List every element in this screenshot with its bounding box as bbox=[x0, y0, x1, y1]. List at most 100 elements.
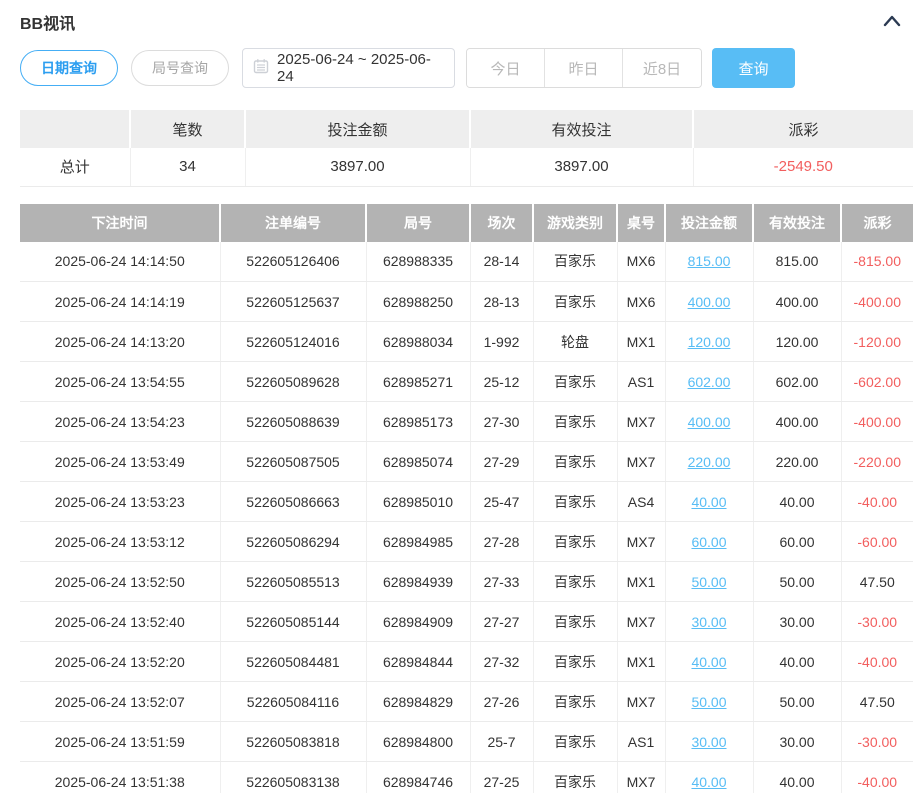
cell-payout: -60.00 bbox=[841, 522, 913, 562]
header-order-no: 注单编号 bbox=[220, 204, 366, 242]
tab-round-query[interactable]: 局号查询 bbox=[131, 50, 229, 86]
bet-amount-link[interactable]: 400.00 bbox=[688, 294, 731, 310]
tab-date-query[interactable]: 日期查询 bbox=[20, 50, 118, 86]
bet-amount-link[interactable]: 60.00 bbox=[691, 534, 726, 550]
cell-game-type: 百家乐 bbox=[533, 402, 617, 442]
bet-amount-link[interactable]: 220.00 bbox=[688, 454, 731, 470]
cell-game-type: 百家乐 bbox=[533, 682, 617, 722]
bet-amount-link[interactable]: 50.00 bbox=[691, 694, 726, 710]
summary-header-payout: 派彩 bbox=[693, 110, 913, 148]
header-bet-time: 下注时间 bbox=[20, 204, 220, 242]
yesterday-button[interactable]: 昨日 bbox=[545, 49, 623, 87]
bet-table-body: 2025-06-24 14:14:50522605126406628988335… bbox=[20, 242, 913, 793]
cell-bet-time: 2025-06-24 13:52:50 bbox=[20, 562, 220, 602]
cell-round-no: 628984844 bbox=[366, 642, 470, 682]
cell-order-no: 522605124016 bbox=[220, 322, 366, 362]
cell-bet-time: 2025-06-24 13:51:59 bbox=[20, 722, 220, 762]
cell-round-no: 628985010 bbox=[366, 482, 470, 522]
summary-header-valid-bet: 有效投注 bbox=[470, 110, 693, 148]
cell-session: 27-28 bbox=[470, 522, 533, 562]
cell-bet-amount: 50.00 bbox=[665, 562, 753, 602]
summary-header-bet-amount: 投注金额 bbox=[245, 110, 470, 148]
bet-amount-link[interactable]: 815.00 bbox=[688, 253, 731, 269]
cell-bet-time: 2025-06-24 13:53:49 bbox=[20, 442, 220, 482]
cell-round-no: 628984829 bbox=[366, 682, 470, 722]
date-range-picker[interactable]: 2025-06-24 ~ 2025-06-24 bbox=[242, 48, 455, 88]
cell-order-no: 522605088639 bbox=[220, 402, 366, 442]
cell-round-no: 628984985 bbox=[366, 522, 470, 562]
today-button[interactable]: 今日 bbox=[467, 49, 545, 87]
bet-amount-link[interactable]: 40.00 bbox=[691, 774, 726, 790]
summary-total-payout: -2549.50 bbox=[693, 148, 913, 186]
cell-payout: -30.00 bbox=[841, 602, 913, 642]
cell-table-no: MX6 bbox=[617, 282, 665, 322]
cell-order-no: 522605126406 bbox=[220, 242, 366, 282]
cell-bet-amount: 400.00 bbox=[665, 402, 753, 442]
cell-order-no: 522605083818 bbox=[220, 722, 366, 762]
bet-amount-link[interactable]: 30.00 bbox=[691, 614, 726, 630]
cell-valid-bet: 400.00 bbox=[753, 282, 841, 322]
cell-bet-time: 2025-06-24 13:53:12 bbox=[20, 522, 220, 562]
cell-game-type: 百家乐 bbox=[533, 642, 617, 682]
cell-round-no: 628988034 bbox=[366, 322, 470, 362]
cell-order-no: 522605086663 bbox=[220, 482, 366, 522]
cell-game-type: 百家乐 bbox=[533, 482, 617, 522]
table-row: 2025-06-24 13:52:40522605085144628984909… bbox=[20, 602, 913, 642]
cell-table-no: MX1 bbox=[617, 322, 665, 362]
cell-bet-amount: 400.00 bbox=[665, 282, 753, 322]
cell-bet-time: 2025-06-24 13:54:55 bbox=[20, 362, 220, 402]
collapse-panel-button[interactable] bbox=[880, 10, 904, 34]
cell-payout: -400.00 bbox=[841, 402, 913, 442]
bet-amount-link[interactable]: 30.00 bbox=[691, 734, 726, 750]
bet-amount-link[interactable]: 602.00 bbox=[688, 374, 731, 390]
cell-round-no: 628985173 bbox=[366, 402, 470, 442]
cell-order-no: 522605086294 bbox=[220, 522, 366, 562]
cell-table-no: AS1 bbox=[617, 722, 665, 762]
cell-session: 25-7 bbox=[470, 722, 533, 762]
table-row: 2025-06-24 13:53:12522605086294628984985… bbox=[20, 522, 913, 562]
filter-bar: 日期查询 局号查询 2025-06-24 ~ 2025-06-24 今日 昨日 … bbox=[20, 48, 904, 88]
cell-order-no: 522605087505 bbox=[220, 442, 366, 482]
cell-valid-bet: 50.00 bbox=[753, 562, 841, 602]
summary-total-row: 总计 34 3897.00 3897.00 -2549.50 bbox=[20, 148, 913, 186]
cell-bet-time: 2025-06-24 14:13:20 bbox=[20, 322, 220, 362]
bet-amount-link[interactable]: 120.00 bbox=[688, 334, 731, 350]
bet-amount-link[interactable]: 50.00 bbox=[691, 574, 726, 590]
table-row: 2025-06-24 13:53:49522605087505628985074… bbox=[20, 442, 913, 482]
cell-session: 27-29 bbox=[470, 442, 533, 482]
cell-order-no: 522605084116 bbox=[220, 682, 366, 722]
header-table-no: 桌号 bbox=[617, 204, 665, 242]
cell-order-no: 522605084481 bbox=[220, 642, 366, 682]
table-row: 2025-06-24 13:52:07522605084116628984829… bbox=[20, 682, 913, 722]
cell-bet-amount: 40.00 bbox=[665, 762, 753, 793]
bb-video-panel: BB视讯 日期查询 局号查询 2025-06-24 ~ 2025-06-24 今… bbox=[0, 0, 924, 793]
table-row: 2025-06-24 13:52:50522605085513628984939… bbox=[20, 562, 913, 602]
cell-session: 28-14 bbox=[470, 242, 533, 282]
search-button[interactable]: 查询 bbox=[712, 48, 795, 88]
cell-valid-bet: 30.00 bbox=[753, 602, 841, 642]
cell-order-no: 522605085144 bbox=[220, 602, 366, 642]
bet-amount-link[interactable]: 40.00 bbox=[691, 654, 726, 670]
cell-payout: 47.50 bbox=[841, 682, 913, 722]
cell-bet-time: 2025-06-24 13:54:23 bbox=[20, 402, 220, 442]
summary-total-label: 总计 bbox=[20, 148, 130, 186]
header-valid-bet: 有效投注 bbox=[753, 204, 841, 242]
cell-table-no: MX1 bbox=[617, 562, 665, 602]
cell-table-no: AS1 bbox=[617, 362, 665, 402]
header-round-no: 局号 bbox=[366, 204, 470, 242]
cell-game-type: 百家乐 bbox=[533, 362, 617, 402]
cell-bet-amount: 815.00 bbox=[665, 242, 753, 282]
cell-valid-bet: 400.00 bbox=[753, 402, 841, 442]
cell-session: 25-47 bbox=[470, 482, 533, 522]
bet-amount-link[interactable]: 40.00 bbox=[691, 494, 726, 510]
cell-table-no: MX1 bbox=[617, 642, 665, 682]
bet-amount-link[interactable]: 400.00 bbox=[688, 414, 731, 430]
header-session: 场次 bbox=[470, 204, 533, 242]
cell-payout: -30.00 bbox=[841, 722, 913, 762]
cell-bet-time: 2025-06-24 14:14:19 bbox=[20, 282, 220, 322]
cell-round-no: 628984939 bbox=[366, 562, 470, 602]
cell-bet-time: 2025-06-24 13:52:07 bbox=[20, 682, 220, 722]
cell-payout: -815.00 bbox=[841, 242, 913, 282]
last-8-days-button[interactable]: 近8日 bbox=[623, 49, 701, 87]
cell-payout: -40.00 bbox=[841, 642, 913, 682]
